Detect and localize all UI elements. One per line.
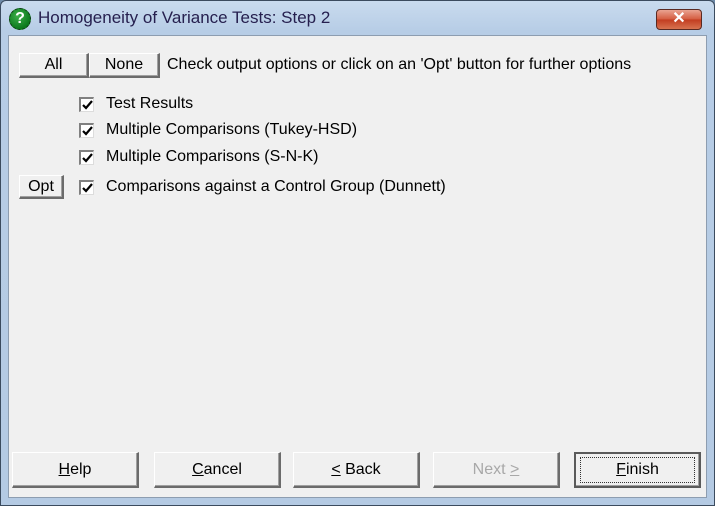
- select-all-label: All: [44, 56, 63, 73]
- window-title: Homogeneity of Variance Tests: Step 2: [38, 8, 331, 27]
- back-button[interactable]: < Back: [293, 452, 420, 488]
- help-button[interactable]: Help: [12, 452, 139, 488]
- close-x-icon: ✕: [672, 10, 686, 27]
- back-label: Back: [340, 461, 381, 478]
- cancel-button[interactable]: Cancel: [154, 452, 281, 488]
- select-none-button[interactable]: None: [89, 53, 160, 78]
- select-all-button[interactable]: All: [19, 53, 89, 78]
- cancel-mnemonic: C: [192, 461, 204, 478]
- next-label: Next: [472, 461, 510, 478]
- focus-rectangle: [580, 457, 695, 483]
- help-question-icon: ?: [9, 8, 31, 30]
- checkmark-icon: [82, 152, 93, 163]
- close-button[interactable]: ✕: [656, 9, 702, 30]
- finish-button[interactable]: Finish: [574, 452, 701, 488]
- next-button[interactable]: Next >: [433, 452, 560, 488]
- checkmark-icon: [82, 99, 93, 110]
- back-mnemonic: <: [331, 461, 341, 478]
- option-row-tukey-hsd[interactable]: Multiple Comparisons (Tukey-HSD): [79, 119, 357, 141]
- option-label: Multiple Comparisons (S-N-K): [106, 148, 319, 165]
- next-mnemonic: >: [510, 461, 520, 478]
- option-row-test-results[interactable]: Test Results: [79, 93, 193, 115]
- checkmark-icon: [82, 182, 93, 193]
- option-label: Comparisons against a Control Group (Dun…: [106, 178, 446, 195]
- select-none-label: None: [104, 56, 144, 73]
- option-label: Test Results: [106, 95, 194, 112]
- help-label: elp: [70, 461, 92, 478]
- checkbox-snk[interactable]: [79, 149, 94, 165]
- checkmark-icon: [82, 125, 93, 136]
- cancel-label: ancel: [203, 461, 242, 478]
- option-label: Multiple Comparisons (Tukey-HSD): [106, 121, 358, 138]
- opt-button-label: Opt: [28, 178, 54, 195]
- instruction-text: Check output options or click on an 'Opt…: [167, 56, 632, 73]
- option-row-dunnett[interactable]: Comparisons against a Control Group (Dun…: [79, 176, 446, 198]
- checkbox-tukey-hsd[interactable]: [79, 122, 94, 138]
- dialog-body: All None Check output options or click o…: [8, 35, 707, 498]
- help-mnemonic: H: [58, 461, 71, 478]
- title-bar[interactable]: ? Homogeneity of Variance Tests: Step 2 …: [1, 1, 714, 35]
- dialog-window: ? Homogeneity of Variance Tests: Step 2 …: [0, 0, 715, 506]
- checkbox-test-results[interactable]: [79, 96, 94, 112]
- opt-button-dunnett[interactable]: Opt: [19, 175, 64, 199]
- option-row-snk[interactable]: Multiple Comparisons (S-N-K): [79, 146, 319, 168]
- checkbox-dunnett[interactable]: [79, 179, 94, 195]
